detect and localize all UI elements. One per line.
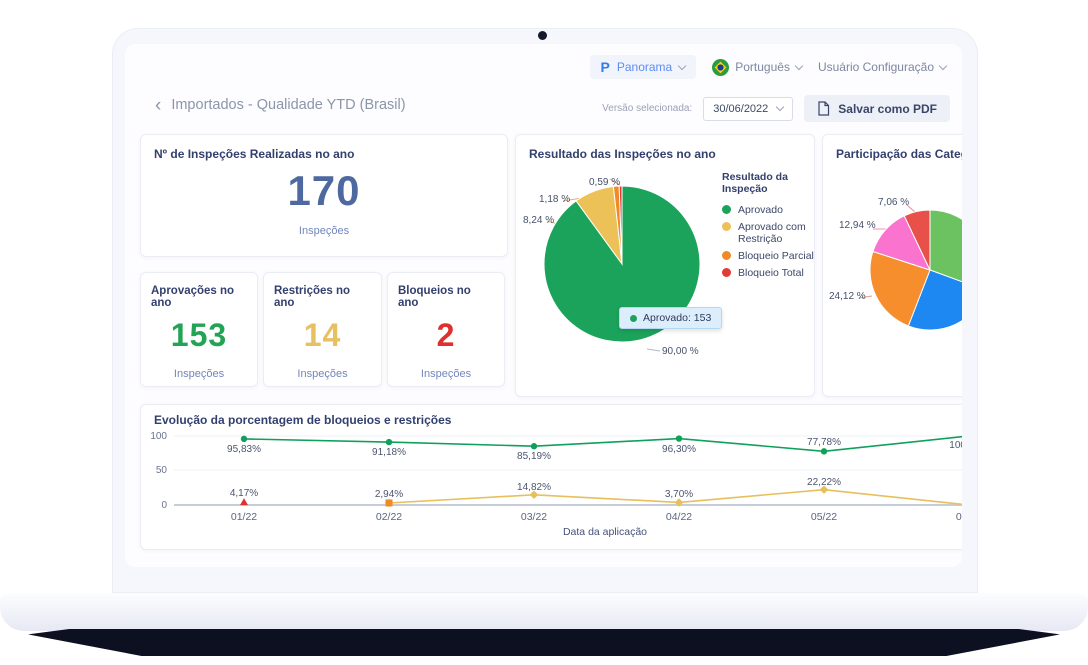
y-axis-tick: 0 <box>161 500 167 511</box>
version-label: Versão selecionada: <box>602 103 693 114</box>
legend-item-bloqueio-parcial[interactable]: Bloqueio Parcial <box>722 250 814 262</box>
data-label: 2,94% <box>374 489 404 500</box>
laptop-mockup: P Panorama Português Usuário Configuraçã… <box>0 0 1088 665</box>
panorama-label: Panorama <box>616 60 673 74</box>
data-label: 100,00% <box>949 440 962 451</box>
legend-item-bloqueio-total[interactable]: Bloqueio Total <box>722 267 814 279</box>
chart-tooltip: Aprovado: 153 <box>619 307 723 329</box>
kpi-card-bloqueios: Bloqueios no ano 2 Inspeções <box>387 272 505 387</box>
pie-slice-label: 12,94 % <box>839 220 876 231</box>
save-pdf-button[interactable]: Salvar como PDF <box>804 95 950 122</box>
legend-dot-icon <box>722 251 731 261</box>
data-label: 22,22% <box>807 477 841 488</box>
x-axis-tick: 06/22 <box>955 511 962 523</box>
panorama-menu[interactable]: P Panorama <box>589 55 697 79</box>
laptop-base-shadow <box>28 629 1060 656</box>
laptop-bezel: P Panorama Português Usuário Configuraçã… <box>112 28 978 593</box>
laptop-base <box>0 593 1088 631</box>
pie-slice-label: 24,12 % <box>829 291 866 302</box>
chevron-down-icon <box>677 61 687 70</box>
kpi-unit: Inspeções <box>173 368 225 380</box>
pdf-file-icon <box>818 101 830 116</box>
data-label: 77,78% <box>807 437 841 448</box>
panorama-logo-icon: P <box>600 59 610 75</box>
legend-label: Aprovado com Restrição <box>738 221 806 246</box>
legend-dot-icon <box>722 205 731 214</box>
pie-card-resultado-inspecoes: Resultado das Inspeções no ano 0,59 % 1,… <box>515 134 815 397</box>
page-title: Importados - Qualidade YTD (Brasil) <box>171 97 406 113</box>
x-axis-tick: 04/22 <box>665 511 693 523</box>
kpi-card-restricoes: Restrições no ano 14 Inspeções <box>263 272 382 387</box>
data-label: 96,30% <box>662 444 696 455</box>
data-label: 3,70% <box>664 489 694 500</box>
chart-legend: Resultado da Inspeção Aprovado Aprovado … <box>722 171 814 284</box>
kpi-unit: Inspeções <box>420 368 472 380</box>
x-axis-label: Data da aplicação <box>562 526 648 538</box>
kpi-value: 2 <box>436 317 456 353</box>
user-menu[interactable]: Usuário Configuração <box>817 60 948 74</box>
legend-dot-icon <box>722 222 731 232</box>
pie-slice-label: 90,00 % <box>662 346 699 357</box>
kpi-title: Restrições no ano <box>274 285 351 309</box>
brazil-flag-icon <box>712 58 730 76</box>
kpi-title: Aprovações no ano <box>151 285 235 309</box>
chevron-down-icon <box>794 61 804 70</box>
legend-label: Bloqueio Parcial <box>738 250 814 263</box>
kpi-unit: Inspeções <box>297 368 348 380</box>
x-axis-tick: 03/22 <box>520 511 548 523</box>
version-value: 30/06/2022 <box>713 102 769 115</box>
tooltip-dot-icon <box>630 315 637 322</box>
pie-slice-label: 7,06 % <box>878 197 910 208</box>
top-menu: P Panorama Português Usuário Configuraçã… <box>589 55 948 79</box>
legend-label: Aprovado <box>738 204 783 216</box>
data-label: 95,83% <box>227 444 261 455</box>
legend-title: Resultado da Inspeção <box>722 171 788 195</box>
data-label: 85,19% <box>517 451 551 462</box>
legend-label: Bloqueio Total <box>738 267 804 280</box>
kpi-value: 153 <box>170 317 228 353</box>
legend-dot-icon <box>722 268 731 278</box>
kpi-unit: Inspeções <box>298 225 350 237</box>
kpi-value: 14 <box>303 317 342 353</box>
chevron-down-icon <box>776 102 785 112</box>
dashboard-screen: P Panorama Português Usuário Configuraçã… <box>125 44 962 567</box>
version-select[interactable]: 30/06/2022 <box>703 96 794 121</box>
back-chevron-icon[interactable]: ‹ <box>155 96 161 115</box>
language-label: Português <box>735 60 790 74</box>
x-axis-tick: 05/22 <box>810 511 838 523</box>
kpi-value: 170 <box>287 167 361 214</box>
line-chart-card: Evolução da porcentagem de bloqueios e r… <box>140 404 962 550</box>
pie-slice-label: 8,24 % <box>523 215 555 226</box>
pie-card-participacao-categorias: Participação das Categorias 7,06 % 12,94… <box>822 134 962 397</box>
y-axis-tick: 100 <box>150 431 167 442</box>
legend-item-aprovado-com-restricao[interactable]: Aprovado com Restrição <box>722 221 814 245</box>
pie-slice-label: 0,59 % <box>589 177 621 188</box>
legend-item-aprovado[interactable]: Aprovado <box>722 204 814 216</box>
y-axis-tick: 50 <box>155 465 167 476</box>
user-menu-label: Usuário Configuração <box>817 60 934 74</box>
data-label: 14,82% <box>517 482 551 493</box>
breadcrumb: ‹ Importados - Qualidade YTD (Brasil) <box>155 96 406 115</box>
tooltip-text: Aprovado: 153 <box>643 312 712 324</box>
save-pdf-label: Salvar como PDF <box>838 101 937 116</box>
toolbar-right: Versão selecionada: 30/06/2022 Salvar co… <box>602 95 950 122</box>
language-menu[interactable]: Português <box>712 58 804 76</box>
kpi-title: Bloqueios no ano <box>398 285 471 309</box>
kpi-card-aprovacoes: Aprovações no ano 153 Inspeções <box>140 272 258 387</box>
categorias-pie-chart[interactable] <box>823 135 962 398</box>
pie-slice-label: 1,18 % <box>539 194 571 205</box>
x-axis-tick: 02/22 <box>375 511 403 523</box>
kpi-card-inspecoes-realizadas: Nº de Inspeções Realizadas no ano 170 In… <box>140 134 508 257</box>
laptop-camera-icon <box>538 31 547 40</box>
chevron-down-icon <box>938 61 948 70</box>
data-label: 91,18% <box>372 447 406 458</box>
data-label: 4,17% <box>229 488 259 499</box>
x-axis-tick: 01/22 <box>230 511 258 523</box>
kpi-title: Nº de Inspeções Realizadas no ano <box>154 147 355 161</box>
